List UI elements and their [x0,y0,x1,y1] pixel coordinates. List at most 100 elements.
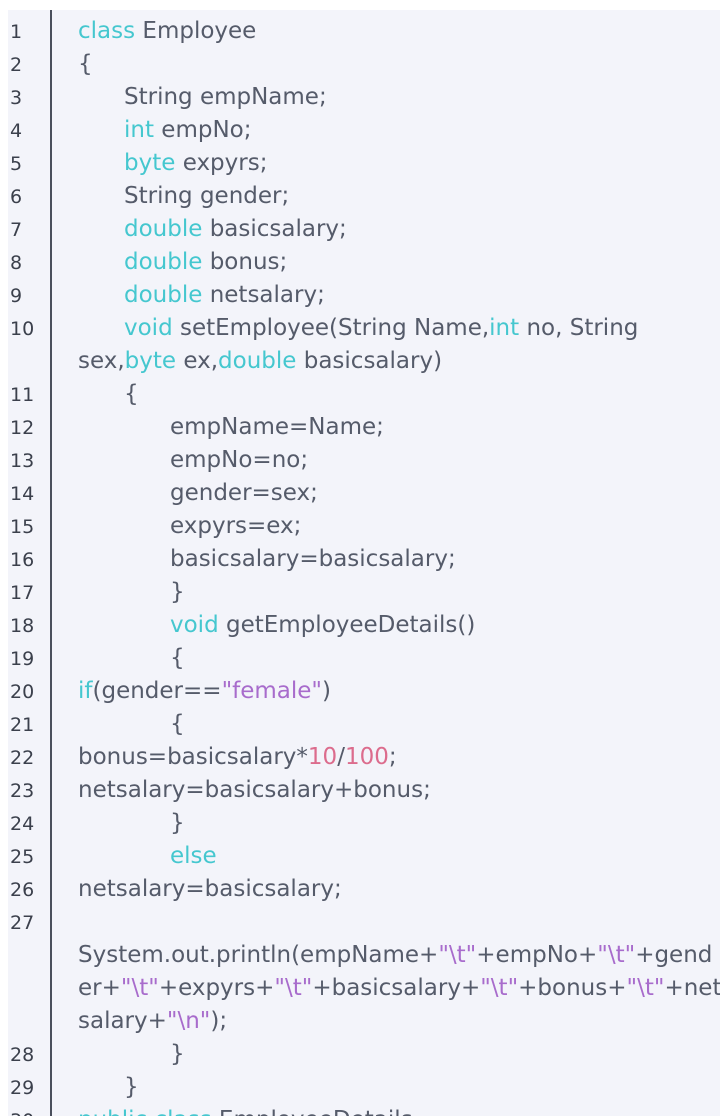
code-token: { [78,51,93,77]
keyword-token: double [124,282,203,308]
line-number: 19 [10,648,35,670]
code-token: netsalary=basicsalary; [78,876,342,902]
code-line: { [78,48,718,81]
code-line: double basicsalary; [78,213,720,246]
line-number: 23 [10,780,35,802]
keyword-token: byte [124,348,177,374]
code-line: empName=Name; [78,411,720,444]
code-line: basicsalary=basicsalary; [78,543,720,576]
code-line: } [78,1038,720,1071]
line-number: 2 [10,54,23,76]
line-number: 15 [10,516,35,538]
code-token: +empNo+ [476,942,598,968]
code-line: public class EmployeeDetails [78,1104,718,1116]
gutter-divider [50,10,52,1116]
line-number: 7 [10,219,23,241]
line-number: 4 [10,120,23,142]
line-number: 25 [10,846,35,868]
string-token: "\t" [597,942,636,968]
keyword-token: byte [124,150,176,176]
code-token: gender=sex; [170,480,318,506]
code-token: Employee [135,18,257,44]
code-token: { [124,381,139,407]
string-token: "\t" [120,975,159,1001]
number-token: 100 [344,744,389,770]
code-token: expyrs=ex; [170,513,302,539]
code-token: basicsalary; [202,216,347,242]
keyword-token: double [124,216,203,242]
code-line: salary+"\n"); [78,1005,718,1038]
code-token: empNo=no; [170,447,309,473]
line-number: 3 [10,87,23,109]
code-line: gender=sex; [78,477,720,510]
line-number: 30 [10,1109,40,1116]
code-token: empNo; [154,117,252,143]
code-token: empName=Name; [170,414,384,440]
line-number: 10 [10,318,35,340]
code-token: setEmployee(String Name, [172,315,490,341]
code-line: sex,byte ex,double basicsalary) [78,345,718,378]
code-line: byte expyrs; [78,147,720,180]
code-token: ) [322,678,331,704]
code-editor[interactable]: 1 2 3 4 5 6 7 8 9 10 11 12 13 14 15 16 17 18 19 20 21 22 23 24 2… [8,10,720,1116]
line-number: 27 [10,912,35,934]
code-token: bonus=basicsalary* [78,744,308,770]
code-line: else [78,840,720,873]
line-number: 1 [10,21,23,43]
code-token: } [170,810,185,836]
line-number: 21 [10,714,35,736]
line-number: 28 [10,1044,35,1066]
line-number: 17 [10,582,35,604]
code-line: expyrs=ex; [78,510,720,543]
code-token: ; [388,744,397,770]
code-token: +gend [635,942,713,968]
code-token: ex, [176,348,219,374]
keyword-token: void [124,315,173,341]
string-token: "\t" [480,975,519,1001]
keyword-token: class [78,18,136,44]
line-number: 16 [10,549,35,571]
code-line: void setEmployee(String Name,int no, Str… [78,312,720,345]
code-line: bonus=basicsalary*10/100; [78,741,718,774]
code-line: empNo=no; [78,444,720,477]
code-line: System.out.println(empName+"\t"+empNo+"\… [78,939,718,972]
code-token: { [170,645,185,671]
line-number: 26 [10,879,35,901]
code-token: +bonus+ [518,975,627,1001]
code-token: } [170,579,185,605]
line-number: 24 [10,813,35,835]
line-number: 14 [10,483,35,505]
code-line: { [78,708,720,741]
code-token: / [337,744,345,770]
code-line: void getEmployeeDetails() [78,609,720,642]
keyword-token: double [124,249,203,275]
keyword-token: double [218,348,297,374]
code-line: double bonus; [78,246,720,279]
code-line: int empNo; [78,114,720,147]
code-line: String empName; [78,81,720,114]
code-line: er+"\t"+expyrs+"\t"+basicsalary+"\t"+bon… [78,972,720,1005]
keyword-token: else [170,843,217,869]
line-number: 20 [10,681,35,703]
code-token: System.out.println(empName+ [78,942,439,968]
keyword-token: public [78,1107,147,1116]
code-token: EmployeeDetails [212,1107,413,1116]
keyword-token: int [124,117,154,143]
code-line: netsalary=basicsalary; [78,873,718,906]
code-line: } [78,1071,720,1104]
string-token: "\n" [166,1008,211,1034]
string-token: "\t" [438,942,477,968]
line-number: 5 [10,153,23,175]
line-number: 9 [10,285,23,307]
code-token: sex, [78,348,125,374]
line-number: 11 [10,384,35,406]
code-token: +basicsalary+ [312,975,481,1001]
code-token: salary+ [78,1008,167,1034]
code-line: { [78,642,720,675]
code-token: String gender; [124,183,290,209]
line-number: 12 [10,417,35,439]
line-number: 29 [10,1077,35,1099]
code-token: no, String [519,315,639,341]
line-number: 8 [10,252,23,274]
code-token: bonus; [202,249,288,275]
